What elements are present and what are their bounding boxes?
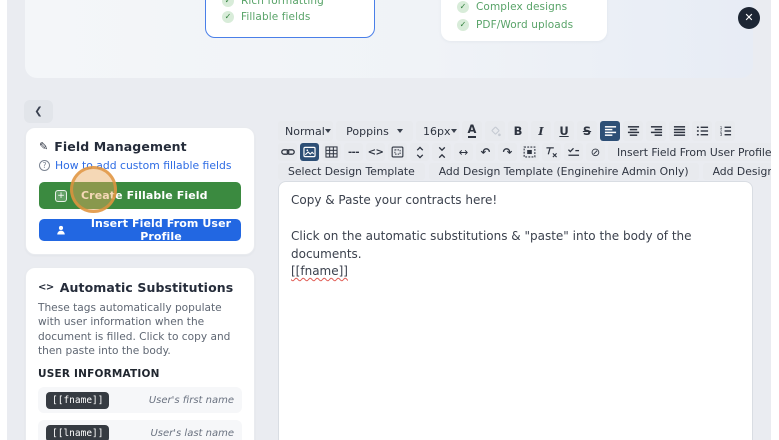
- question-circle-icon: ?: [39, 160, 50, 171]
- feature-label: Rich formatting: [241, 0, 324, 7]
- font-family-select[interactable]: Poppins: [336, 121, 413, 141]
- tab-add-design-template-admin[interactable]: Add Design Template (Enginehire Admin On…: [428, 163, 699, 180]
- button-label: Insert Field From User Profile: [90, 217, 232, 243]
- chevron-down-icon: [396, 129, 403, 133]
- check-icon: ✓: [457, 1, 469, 13]
- tag-chip[interactable]: [[fname]]: [46, 391, 110, 409]
- panel-header: <> Automatic Substitutions: [38, 280, 242, 295]
- check-icon: ✓: [457, 19, 469, 31]
- bullet-list-button[interactable]: [692, 121, 712, 141]
- align-left-button[interactable]: [600, 121, 620, 141]
- code-icon: <>: [38, 282, 54, 293]
- align-right-button[interactable]: [646, 121, 666, 141]
- paint-bucket-icon: [489, 125, 502, 138]
- font-color-icon: A: [467, 123, 477, 139]
- check-icon: ✓: [222, 11, 234, 23]
- insert-table-button[interactable]: [322, 143, 341, 161]
- pencil-icon: ✎: [39, 140, 49, 153]
- source-code-button[interactable]: <>: [366, 143, 385, 161]
- undo-button[interactable]: ↶: [476, 143, 495, 161]
- intro-banner: ✓ Easy editing ✓ Rich formatting ✓ Filla…: [25, 0, 753, 78]
- tab-select-design-template[interactable]: Select Design Template: [278, 163, 425, 180]
- feature-card-uploads: ✓ Layout preserved ✓ Complex designs ✓ P…: [441, 0, 607, 41]
- tag-description: User's last name: [150, 427, 234, 439]
- substitution-row-lname[interactable]: [[lname]] User's last name: [38, 420, 242, 440]
- toolbar-row-1: Normal Poppins 16px A B I U S 1 2 3: [278, 121, 753, 141]
- horizontal-rule-button[interactable]: ---: [344, 143, 363, 161]
- feature-card-editor: ✓ Easy editing ✓ Rich formatting ✓ Filla…: [205, 0, 375, 38]
- feature-label: PDF/Word uploads: [476, 19, 574, 31]
- bold-button[interactable]: B: [508, 121, 528, 141]
- substitution-row-fname[interactable]: [[fname]] User's first name: [38, 387, 242, 414]
- font-color-button[interactable]: A: [462, 121, 482, 141]
- select-value: Normal: [285, 124, 325, 138]
- collapse-vertical-button[interactable]: [432, 143, 451, 161]
- select-value: 16px: [423, 124, 451, 138]
- chevron-down-icon: [324, 129, 331, 133]
- font-size-select[interactable]: 16px: [416, 121, 459, 141]
- remove-format-button[interactable]: [542, 143, 561, 161]
- select-all-button[interactable]: [520, 143, 539, 161]
- create-fillable-field-button[interactable]: + Create Fillable Field: [39, 182, 241, 209]
- panel-title: Field Management: [54, 139, 187, 154]
- link-icon[interactable]: [278, 143, 297, 161]
- tag-chip[interactable]: [[lname]]: [46, 424, 110, 440]
- feature-item: ✓ Fillable fields: [222, 11, 374, 23]
- feature-label: Complex designs: [476, 1, 568, 13]
- select-value: Poppins: [346, 124, 389, 138]
- button-label: Create Fillable Field: [81, 189, 208, 202]
- field-management-panel: ✎ Field Management ? How to add custom f…: [25, 127, 255, 255]
- check-icon: ✓: [222, 0, 234, 7]
- align-center-button[interactable]: [623, 121, 643, 141]
- editor-line-3[interactable]: [[fname]]: [291, 263, 740, 280]
- editor-line-1[interactable]: Copy & Paste your contracts here!: [291, 192, 740, 209]
- feature-label: Fillable fields: [241, 11, 311, 23]
- background-color-button[interactable]: [485, 121, 505, 141]
- back-button[interactable]: ❮: [24, 100, 53, 123]
- panel-header: ✎ Field Management: [39, 139, 241, 154]
- redo-button[interactable]: ↷: [498, 143, 517, 161]
- tag-description: User's first name: [148, 394, 234, 406]
- toolbar-insert-field-button[interactable]: Insert Field From User Profile: [608, 143, 771, 161]
- panel-title: Automatic Substitutions: [59, 280, 234, 295]
- automatic-substitutions-panel: <> Automatic Substitutions These tags au…: [25, 267, 255, 440]
- cell-properties-button[interactable]: [388, 143, 407, 161]
- section-label: USER INFORMATION: [38, 368, 160, 381]
- help-link-row[interactable]: ? How to add custom fillable fields: [39, 159, 241, 172]
- help-link[interactable]: How to add custom fillable fields: [55, 159, 231, 172]
- tab-add-design-template[interactable]: Add Design Template: [702, 163, 771, 180]
- plus-square-icon: +: [55, 189, 67, 202]
- toolbar-row-2: --- <> ↔ ↶ ↷ ⊘ Insert Field From User Pr…: [278, 143, 771, 161]
- ban-button[interactable]: ⊘: [586, 143, 605, 161]
- panel-description: These tags automatically populate with u…: [38, 302, 231, 357]
- insert-image-button[interactable]: [300, 143, 319, 161]
- chevron-down-icon: [450, 129, 457, 133]
- modal-background: ✓ Easy editing ✓ Rich formatting ✓ Filla…: [7, 0, 771, 440]
- paragraph-style-select[interactable]: Normal: [278, 121, 333, 141]
- strikethrough-button[interactable]: S: [577, 121, 597, 141]
- feature-item: ✓ Rich formatting: [222, 0, 374, 7]
- insert-field-from-profile-button[interactable]: Insert Field From User Profile: [39, 217, 241, 243]
- editor-toolbar: Normal Poppins 16px A B I U S 1 2 3 --- …: [278, 121, 771, 180]
- close-icon[interactable]: ✕: [738, 7, 760, 29]
- person-icon: [55, 224, 67, 236]
- resize-horizontal-button[interactable]: ↔: [454, 143, 473, 161]
- underline-button[interactable]: U: [554, 121, 574, 141]
- template-tabs: Select Design Template Add Design Templa…: [278, 163, 771, 180]
- svg-text:3: 3: [719, 132, 722, 137]
- justify-button[interactable]: [669, 121, 689, 141]
- feature-item: ✓ Complex designs: [457, 1, 607, 13]
- document-editor-area[interactable]: Copy & Paste your contracts here! Click …: [278, 181, 753, 440]
- expand-vertical-button[interactable]: [410, 143, 429, 161]
- feature-item: ✓ PDF/Word uploads: [457, 19, 607, 31]
- checklist-button[interactable]: [564, 143, 583, 161]
- numbered-list-button[interactable]: 123: [715, 121, 735, 141]
- editor-line-2[interactable]: Click on the automatic substitutions & "…: [291, 228, 740, 263]
- italic-button[interactable]: I: [531, 121, 551, 141]
- fname-token[interactable]: [[fname]]: [291, 264, 348, 278]
